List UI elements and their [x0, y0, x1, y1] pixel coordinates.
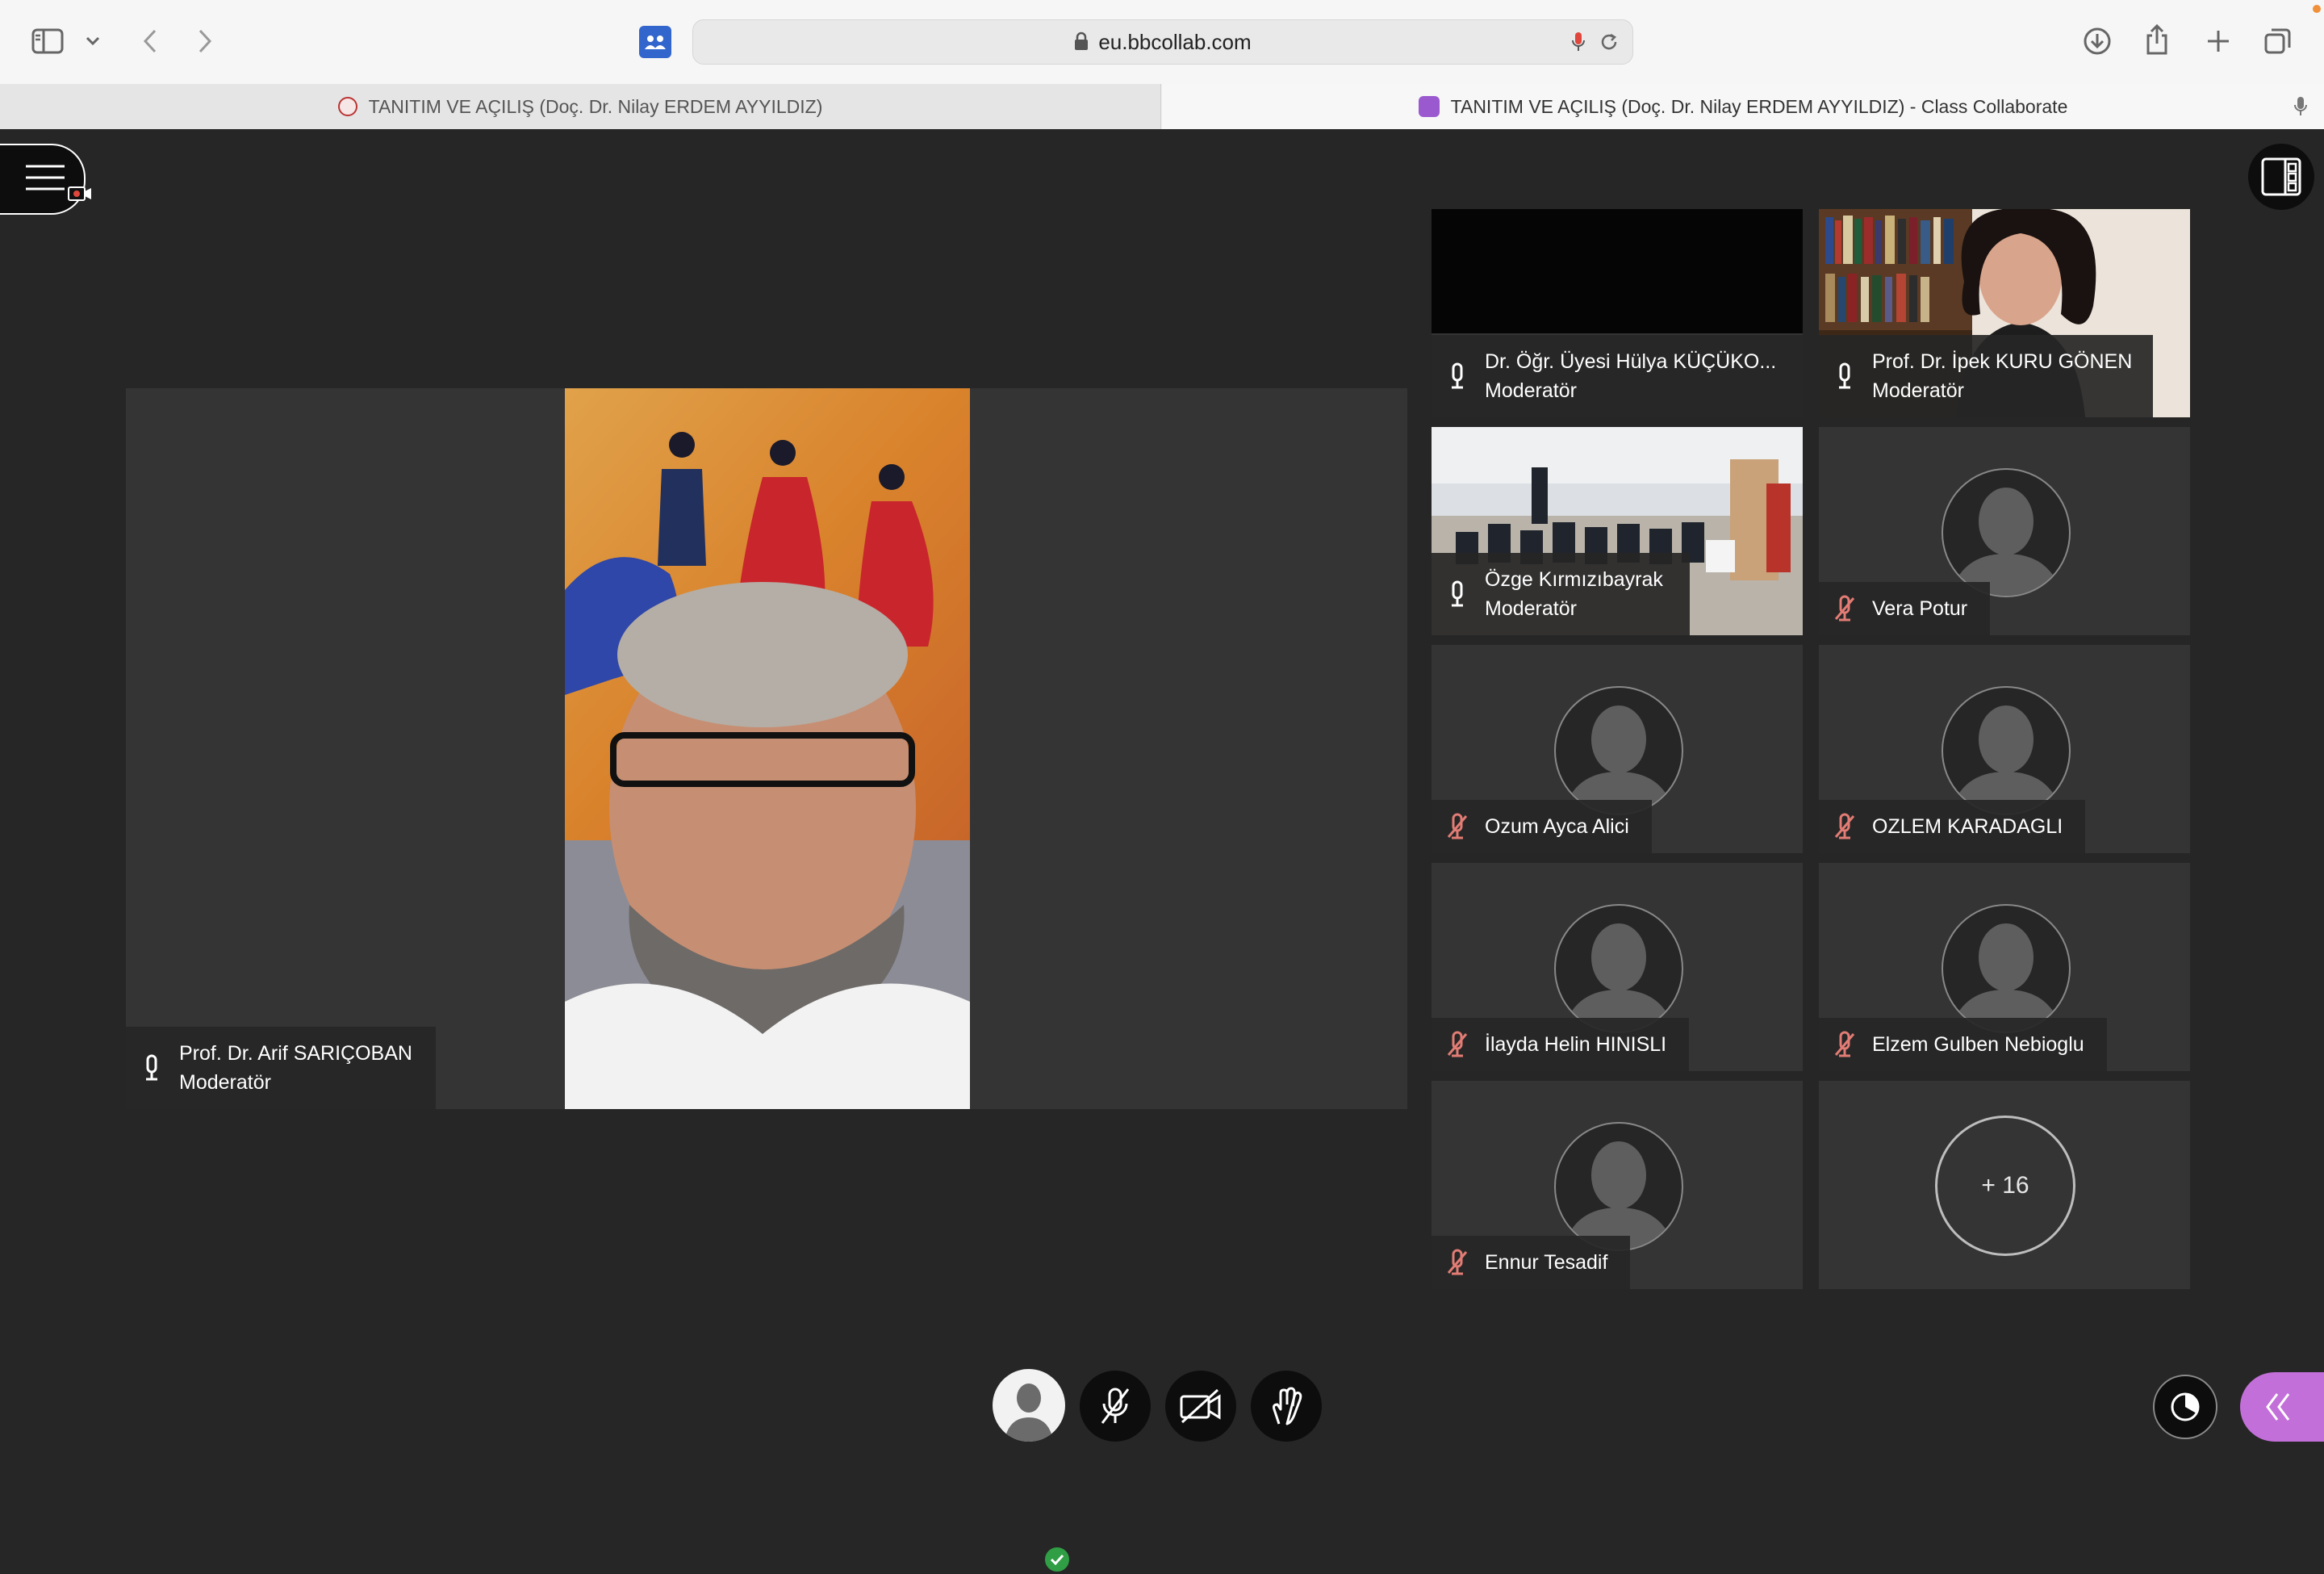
layout-icon [2261, 157, 2301, 196]
session-menu-button[interactable] [0, 144, 91, 215]
participant-tile[interactable]: Dr. Öğr. Üyesi Hülya KÜÇÜKO... Moderatör [1432, 209, 1803, 417]
address-bar[interactable]: eu.bbcollab.com [692, 19, 1633, 65]
new-tab-icon[interactable] [2201, 24, 2235, 58]
participant-name-tag: Ennur Tesadif [1432, 1236, 1631, 1289]
university-favicon-icon [337, 97, 357, 116]
participant-name: İlayda Helin HINISLI [1485, 1033, 1667, 1056]
participant-name-tag: Prof. Dr. İpek KURU GÖNEN Moderatör [1819, 335, 2153, 417]
participant-name: Dr. Öğr. Üyesi Hülya KÜÇÜKO... [1485, 350, 1777, 373]
mic-muted-icon [1830, 1028, 1859, 1061]
download-icon[interactable] [2080, 24, 2114, 58]
tabs-overview-icon[interactable] [2261, 24, 2295, 58]
collapse-icon [2266, 1393, 2290, 1421]
more-participants-count[interactable]: + 16 [1935, 1116, 2075, 1256]
forward-icon[interactable] [189, 24, 221, 58]
share-icon[interactable] [2140, 21, 2174, 58]
lock-icon [1074, 22, 1089, 65]
mic-muted-icon [1101, 1388, 1130, 1424]
avatar [1942, 904, 2071, 1033]
speaker-name: Prof. Dr. Arif SARIÇOBAN [179, 1042, 412, 1065]
microphone-icon [1443, 359, 1472, 393]
url-text[interactable]: eu.bbcollab.com [693, 20, 1632, 64]
sidebar-icon[interactable] [31, 24, 65, 58]
participant-tile[interactable]: Prof. Dr. İpek KURU GÖNEN Moderatör [1819, 209, 2190, 417]
avatar [1554, 686, 1683, 815]
recording-indicator-icon [68, 186, 91, 201]
participant-tile[interactable]: Ozum Ayca Alici [1432, 645, 1803, 853]
microphone-icon [1443, 577, 1472, 611]
avatar [1942, 686, 2071, 815]
status-check-icon [1043, 1545, 1072, 1574]
video-off-area [1432, 209, 1803, 333]
camera-off-icon [1180, 1388, 1221, 1424]
chevron-down-icon[interactable] [81, 29, 105, 53]
participant-name: Elzem Gulben Nebioglu [1872, 1033, 2084, 1056]
mic-muted-icon [1443, 1028, 1472, 1061]
participant-name-tag: Özge Kırmızıbayrak Moderatör [1432, 553, 1690, 635]
avatar [1554, 1122, 1683, 1251]
menu-icon [26, 165, 65, 190]
participant-name: Ennur Tesadif [1485, 1251, 1608, 1274]
participant-name-tag: Dr. Öğr. Üyesi Hülya KÜÇÜKO... Moderatör [1432, 335, 1803, 417]
extension-icon[interactable] [639, 26, 671, 58]
camera-toggle-button[interactable] [1165, 1371, 1236, 1442]
participant-tile[interactable]: Ennur Tesadif [1432, 1081, 1803, 1289]
url-label: eu.bbcollab.com [1098, 30, 1252, 54]
participant-role: Moderatör [1485, 597, 1577, 620]
speaker-name-tag: Prof. Dr. Arif SARIÇOBAN Moderatör [126, 1027, 436, 1109]
notification-dot [2313, 5, 2321, 13]
profile-icon [1004, 1384, 1054, 1442]
raise-hand-icon [1273, 1387, 1302, 1425]
participant-tile[interactable]: Özge Kırmızıbayrak Moderatör [1432, 427, 1803, 635]
participant-tile[interactable]: İlayda Helin HINISLI [1432, 863, 1803, 1071]
mic-muted-icon [1443, 1245, 1472, 1279]
mic-muted-icon [1443, 810, 1472, 844]
participant-name-tag: Vera Potur [1819, 582, 1991, 635]
participant-name: Ozum Ayca Alici [1485, 815, 1629, 838]
participant-name-tag: Ozum Ayca Alici [1432, 800, 1652, 853]
mic-icon[interactable] [1566, 30, 1590, 54]
raise-hand-button[interactable] [1251, 1371, 1322, 1442]
mic-muted-icon [1830, 810, 1859, 844]
layout-toggle-button[interactable] [2248, 144, 2314, 210]
participant-tile[interactable]: Vera Potur [1819, 427, 2190, 635]
browser-toolbar: eu.bbcollab.com [0, 0, 2324, 85]
participant-name: Vera Potur [1872, 597, 1968, 620]
microphone-icon [1830, 359, 1859, 393]
tab-active[interactable]: TANITIM VE AÇILIŞ (Doç. Dr. Nilay ERDEM … [1162, 84, 2324, 129]
reload-icon[interactable] [1597, 30, 1621, 54]
participant-role: Moderatör [1872, 379, 1964, 402]
participant-role: Moderatör [1485, 379, 1577, 402]
tab-label: TANITIM VE AÇILIŞ (Doç. Dr. Nilay ERDEM … [368, 95, 823, 117]
tab-bar: TANITIM VE AÇILIŞ (Doç. Dr. Nilay ERDEM … [0, 84, 2324, 129]
collaborate-favicon-icon [1418, 96, 1440, 117]
participant-name: OZLEM KARADAGLI [1872, 815, 2063, 838]
participant-name: Prof. Dr. İpek KURU GÖNEN [1872, 350, 2133, 373]
speaker-role: Moderatör [179, 1071, 271, 1094]
participant-name-tag: Elzem Gulben Nebioglu [1819, 1018, 2107, 1071]
profile-button[interactable] [993, 1369, 1065, 1442]
back-icon[interactable] [134, 24, 166, 58]
clock-icon [2171, 1392, 2200, 1421]
collaborate-stage: Prof. Dr. Arif SARIÇOBAN Moderatör Dr. Ö… [0, 129, 2324, 1574]
tab-audio-mic-icon[interactable] [2288, 94, 2313, 119]
avatar [1554, 904, 1683, 1033]
participant-tile[interactable]: Elzem Gulben Nebioglu [1819, 863, 2190, 1071]
tab-inactive[interactable]: TANITIM VE AÇILIŞ (Doç. Dr. Nilay ERDEM … [0, 84, 1161, 129]
open-panel-button[interactable] [2240, 1372, 2324, 1442]
session-timer-button[interactable] [2153, 1375, 2217, 1439]
avatar [1942, 468, 2071, 597]
participant-name-tag: İlayda Helin HINISLI [1432, 1018, 1690, 1071]
mic-muted-icon [1830, 592, 1859, 626]
microphone-toggle-button[interactable] [1080, 1371, 1151, 1442]
microphone-icon [137, 1051, 166, 1085]
participant-name-tag: OZLEM KARADAGLI [1819, 800, 2086, 853]
participant-tile[interactable]: OZLEM KARADAGLI [1819, 645, 2190, 853]
speaker-camera-feed [565, 388, 970, 1109]
tab-label: TANITIM VE AÇILIŞ (Doç. Dr. Nilay ERDEM … [1450, 95, 2068, 117]
more-participants-tile[interactable]: + 16 [1819, 1081, 2190, 1289]
participant-name: Özge Kırmızıbayrak [1485, 568, 1663, 591]
